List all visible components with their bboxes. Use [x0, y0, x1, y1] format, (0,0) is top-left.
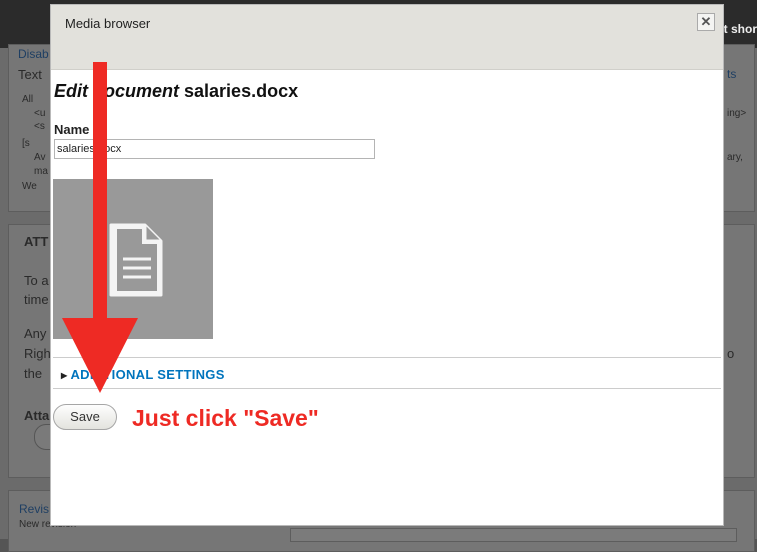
media-browser-dialog: Media browser ✕ Edit document salaries.d…: [50, 4, 724, 526]
close-icon: ✕: [700, 14, 712, 29]
format-tip-tail: ary,: [727, 152, 743, 163]
toolbar-shortcut-text: it shor: [720, 22, 757, 36]
document-icon: [109, 223, 163, 297]
format-tip: <u: [34, 108, 46, 119]
format-tip: All: [22, 94, 34, 105]
page-title-filename: salaries.docx: [184, 81, 299, 101]
format-tip-tail: ing>: [727, 108, 747, 119]
page-title-action: Edit document: [54, 81, 179, 101]
dialog-titlebar: Media browser ✕: [51, 5, 723, 70]
name-label: Name: [54, 122, 90, 137]
revision-link: Revis: [19, 502, 50, 516]
attachments-help: Any: [24, 326, 47, 341]
additional-settings-toggle[interactable]: ▶ ADDITIONAL SETTINGS: [61, 367, 225, 382]
additional-settings-fieldset: ▶ ADDITIONAL SETTINGS: [53, 357, 721, 389]
attachments-help: Righ: [24, 346, 51, 361]
format-tip: <s: [34, 121, 45, 132]
document-thumbnail: [53, 179, 213, 339]
revision-field: [290, 528, 737, 542]
disable-editor-link: Disab: [18, 47, 49, 61]
triangle-right-icon: ▶: [61, 371, 68, 380]
format-tip: We: [22, 181, 37, 192]
additional-settings-label: ADDITIONAL SETTINGS: [70, 367, 225, 382]
name-field[interactable]: [54, 139, 375, 159]
page-title: Edit document salaries.docx: [54, 81, 298, 102]
format-tip: Av: [34, 152, 46, 163]
dialog-title: Media browser: [65, 16, 151, 31]
attachments-help: To a: [24, 273, 49, 288]
filter-tips-link: ts: [727, 67, 737, 81]
text-format-label: Text: [18, 67, 42, 82]
attachments-help-tail: o: [727, 346, 735, 361]
format-tip: [s: [22, 138, 30, 149]
attachments-help: the: [24, 366, 43, 381]
attachments-help: time: [24, 292, 49, 307]
format-tip: ma: [34, 166, 48, 177]
attachments-title: ATT: [24, 234, 49, 249]
attach-label: Atta: [24, 408, 50, 423]
instruction-annotation: Just click "Save": [132, 405, 319, 431]
save-button[interactable]: Save: [53, 404, 117, 430]
close-button[interactable]: ✕: [697, 13, 715, 31]
